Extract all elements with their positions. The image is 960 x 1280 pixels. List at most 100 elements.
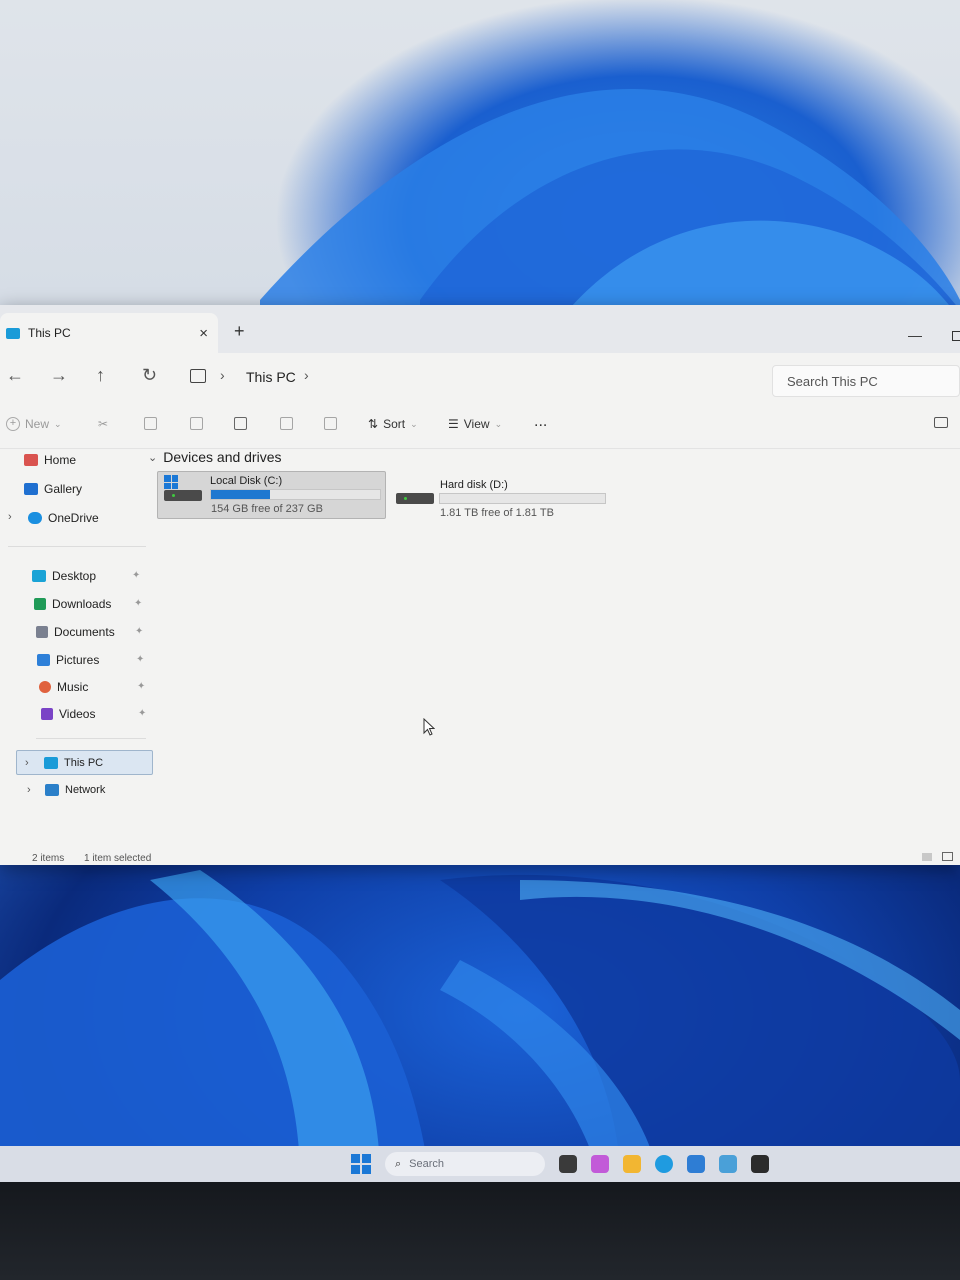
details-pane-icon	[934, 417, 948, 428]
windows-logo-icon	[164, 475, 178, 489]
view-button[interactable]: ☰ View ⌄	[448, 417, 502, 431]
monitor-bezel	[0, 1182, 960, 1280]
sidebar-item-label: Music	[57, 680, 89, 694]
copy-button[interactable]	[144, 417, 157, 430]
sidebar-item-label: Documents	[54, 625, 115, 639]
cut-button[interactable]: ✂	[98, 417, 108, 431]
tab-this-pc[interactable]: This PC ×	[0, 313, 218, 353]
back-arrow-icon[interactable]: ←	[6, 365, 24, 386]
tab-title: This PC	[28, 326, 71, 340]
chevron-right-icon: ›	[220, 367, 225, 383]
pin-icon[interactable]: ✦	[136, 654, 144, 665]
minimize-button[interactable]: —	[908, 327, 922, 343]
sidebar-item-gallery[interactable]: Gallery	[24, 478, 82, 500]
paste-button[interactable]	[190, 417, 203, 430]
music-icon	[39, 681, 51, 693]
download-icon	[34, 598, 46, 610]
sidebar-item-label: Pictures	[56, 653, 100, 667]
rename-button[interactable]	[234, 417, 247, 430]
view-label: View	[463, 417, 490, 431]
drive-name: Hard disk (D:)	[440, 479, 508, 491]
sidebar-item-pictures[interactable]: Pictures	[37, 649, 99, 671]
sidebar-item-this-pc[interactable]: This PC	[44, 752, 103, 774]
maximize-button[interactable]	[952, 331, 960, 341]
sort-button[interactable]: ⇅ Sort ⌄	[368, 417, 418, 431]
pin-icon[interactable]: ✦	[132, 570, 140, 581]
close-tab-button[interactable]: ×	[199, 325, 208, 342]
sidebar-item-documents[interactable]: Documents	[36, 621, 115, 643]
status-bar: 2 items 1 item selected	[0, 847, 960, 869]
pin-icon[interactable]: ✦	[137, 681, 145, 692]
sidebar-item-downloads[interactable]: Downloads	[34, 593, 111, 615]
drive-tile-c[interactable]: Local Disk (C:) 154 GB free of 237 GB	[157, 471, 386, 519]
sidebar-item-label: This PC	[64, 757, 104, 769]
start-button[interactable]	[351, 1154, 371, 1174]
share-button[interactable]	[280, 417, 293, 430]
new-tab-button[interactable]: +	[234, 321, 245, 342]
pin-icon[interactable]: ✦	[135, 626, 143, 637]
computer-icon	[6, 327, 20, 339]
details-view-icon[interactable]	[922, 853, 932, 861]
content-pane: ⌄ Devices and drives Local Disk (C:) 154…	[146, 449, 960, 865]
sort-label: Sort	[383, 417, 406, 431]
breadcrumb-this-pc[interactable]: This PC	[246, 369, 296, 385]
item-count: 2 items	[32, 853, 65, 864]
network-icon	[45, 784, 59, 796]
terminal-icon[interactable]	[751, 1155, 769, 1173]
computer-icon	[44, 757, 58, 769]
sidebar-item-label: OneDrive	[48, 511, 99, 525]
sidebar-item-music[interactable]: Music	[39, 676, 88, 698]
task-view-icon[interactable]	[559, 1155, 577, 1173]
store-icon[interactable]	[687, 1155, 705, 1173]
refresh-icon[interactable]: ↻	[142, 365, 157, 386]
new-button[interactable]: + New ⌄	[6, 417, 62, 431]
chevron-right-icon[interactable]: ›	[25, 757, 29, 769]
file-explorer-window: This PC × + — ← → ↑ ↻ › This PC › Search…	[0, 305, 960, 865]
more-options-button[interactable]: ...	[534, 413, 547, 431]
drive-usage-bar	[210, 489, 381, 500]
sidebar-item-network[interactable]: Network	[45, 779, 105, 801]
tiles-view-icon[interactable]	[942, 852, 953, 861]
copy-icon	[144, 417, 157, 430]
chevron-down-icon: ⌄	[54, 418, 62, 429]
sidebar-item-videos[interactable]: Videos	[41, 703, 95, 725]
search-icon: ⌕	[395, 1157, 402, 1170]
search-input[interactable]: Search This PC	[772, 365, 960, 397]
gallery-icon	[24, 483, 38, 495]
chevron-down-icon: ⌄	[148, 451, 158, 464]
drive-name: Local Disk (C:)	[210, 475, 283, 487]
navigation-pane: Home Gallery › OneDrive Desktop ✦ Downlo…	[0, 449, 160, 865]
copilot-icon[interactable]	[591, 1155, 609, 1173]
taskbar-search[interactable]: ⌕ Search	[385, 1152, 545, 1176]
mouse-cursor-icon	[423, 718, 435, 736]
drive-usage-fill	[211, 490, 271, 499]
drive-free-space: 1.81 TB free of 1.81 TB	[440, 507, 554, 519]
chevron-right-icon[interactable]: ›	[304, 367, 309, 383]
plus-circle-icon: +	[6, 417, 20, 431]
chevron-right-icon[interactable]: ›	[27, 784, 31, 796]
videos-icon	[41, 708, 53, 720]
sidebar-item-label: Network	[65, 784, 106, 796]
drive-tile-d[interactable]: Hard disk (D:) 1.81 TB free of 1.81 TB	[392, 471, 612, 519]
pin-icon[interactable]: ✦	[134, 598, 142, 609]
delete-button[interactable]	[324, 417, 337, 430]
sidebar-item-home[interactable]: Home	[24, 449, 76, 471]
details-pane-button[interactable]	[934, 417, 948, 428]
forward-arrow-icon[interactable]: →	[50, 365, 68, 386]
drive-usage-bar	[439, 493, 606, 504]
sidebar-item-label: Videos	[59, 707, 96, 721]
scissors-icon: ✂	[98, 417, 109, 431]
sidebar-item-onedrive[interactable]: OneDrive	[28, 507, 99, 529]
up-arrow-icon[interactable]: ↑	[96, 365, 105, 386]
remote-desktop-icon[interactable]	[719, 1155, 737, 1173]
group-title: Devices and drives	[163, 449, 282, 465]
divider	[36, 738, 146, 739]
group-header-devices[interactable]: ⌄ Devices and drives	[148, 449, 282, 465]
chevron-right-icon[interactable]: ›	[8, 511, 12, 523]
new-label: New	[25, 417, 50, 431]
file-explorer-icon[interactable]	[623, 1155, 641, 1173]
edge-browser-icon[interactable]	[655, 1155, 673, 1173]
sidebar-item-desktop[interactable]: Desktop	[32, 565, 96, 587]
selection-count: 1 item selected	[84, 853, 152, 864]
view-icon: ☰	[448, 417, 459, 431]
